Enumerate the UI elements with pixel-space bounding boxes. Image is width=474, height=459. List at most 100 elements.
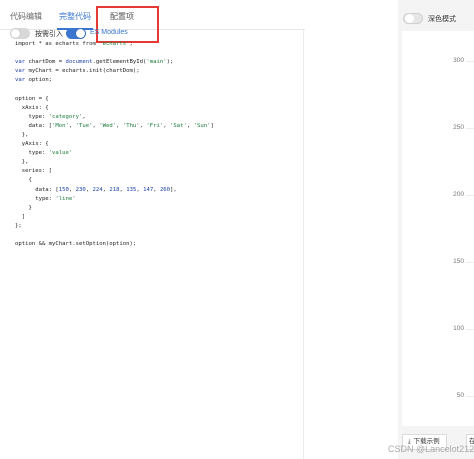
code-token: ],	[170, 186, 177, 193]
code-editor-panel: 代码编辑 完整代码 配置项 按需引入 ES Modules import * a…	[0, 0, 305, 459]
toggle-knob	[405, 14, 414, 23]
y-axis-tick-label: 300	[453, 57, 464, 64]
code-token: data: [	[15, 186, 59, 193]
tab-full-code[interactable]: 完整代码	[57, 8, 93, 30]
code-token: 'line'	[55, 195, 76, 202]
grid-line	[466, 329, 474, 330]
code-token: type:	[15, 150, 49, 157]
code-line: },	[15, 131, 300, 140]
y-axis-tick-label: 50	[456, 392, 464, 399]
code-token: 224	[92, 186, 103, 193]
code-token: var	[15, 77, 26, 84]
code-token: 'Mon'	[52, 122, 69, 129]
code-line: type: 'value'	[15, 149, 300, 158]
code-line: }	[15, 204, 300, 213]
code-token: ]	[15, 213, 26, 220]
tab-code-edit[interactable]: 代码编辑	[10, 8, 42, 30]
code-token: };	[15, 222, 22, 229]
code-line: yAxis: {	[15, 140, 300, 149]
code-token: option && myChart.setOption(option);	[15, 241, 137, 248]
code-token: 260	[159, 186, 171, 193]
code-line: option = {	[15, 95, 300, 104]
grid-line	[466, 396, 474, 397]
code-line: data: ['Mon', 'Tue', 'Wed', 'Thu', 'Fri'…	[15, 122, 300, 131]
code-token: type:	[15, 113, 49, 120]
on-demand-import-toggle[interactable]	[10, 28, 30, 39]
code-token: 'Sat'	[170, 122, 187, 129]
code-token: document	[65, 59, 93, 66]
code-token: 'main'	[146, 59, 167, 66]
code-token: xAxis: {	[15, 104, 49, 111]
code-token: 230	[75, 186, 86, 193]
code-line: import * as echarts from 'echarts';	[15, 40, 300, 49]
code-token: type:	[15, 195, 56, 202]
code-token: 150	[58, 186, 69, 193]
code-token: 'value'	[48, 150, 73, 157]
grid-line	[466, 195, 474, 196]
code-token: option = {	[15, 95, 49, 102]
watermark: CSDN @Lancelot212	[388, 444, 474, 454]
code-line: {	[15, 176, 300, 185]
code-line: },	[15, 158, 300, 167]
es-modules-toggle[interactable]	[66, 28, 86, 39]
code-token: myChart = echarts.init(chartDom);	[25, 68, 140, 75]
code-token: 218	[109, 186, 120, 193]
grid-line	[466, 262, 474, 263]
toggle-knob	[76, 29, 85, 38]
code-token: 135	[126, 186, 137, 193]
dark-mode-label: 深色模式	[428, 16, 456, 23]
code-token: var	[15, 59, 26, 66]
code-token: ,	[68, 122, 76, 129]
code-line: option && myChart.setOption(option);	[15, 240, 300, 249]
code-line: xAxis: {	[15, 104, 300, 113]
code-line: type: 'line'	[15, 195, 300, 204]
y-axis-tick-label: 200	[453, 191, 464, 198]
code-line: var chartDom = document.getElementById('…	[15, 58, 300, 67]
panel-splitter[interactable]	[303, 30, 304, 459]
code-token: ,	[153, 186, 160, 193]
code-token: import * as echarts from	[15, 41, 100, 47]
code-token: option;	[25, 77, 53, 84]
code-token: 'Thu'	[122, 122, 140, 129]
code-token: ,	[163, 122, 171, 129]
code-token: );	[166, 59, 174, 66]
code-area[interactable]: import * as echarts from 'echarts'; var c…	[15, 40, 300, 249]
code-token: },	[15, 131, 29, 138]
code-token: series: [	[15, 168, 53, 175]
grid-line	[466, 61, 474, 62]
annotation-highlight-box	[96, 6, 159, 43]
code-token: }	[15, 204, 32, 211]
on-demand-import-label: 按需引入	[35, 31, 63, 38]
code-token: {	[15, 177, 32, 184]
y-axis-tick-label: 250	[453, 124, 464, 131]
code-token: 'Fri'	[146, 122, 164, 129]
code-line: data: [150, 230, 224, 218, 135, 147, 260…	[15, 186, 300, 195]
code-token: .getElementById(	[92, 59, 147, 66]
code-token: 'Wed'	[99, 122, 117, 129]
dark-mode-toggle[interactable]	[403, 13, 423, 24]
y-axis-tick-label: 150	[453, 258, 464, 265]
code-token: data: [	[15, 122, 53, 129]
code-token: ;	[129, 41, 133, 47]
code-token: 'category'	[48, 113, 83, 120]
code-token: },	[15, 159, 29, 166]
code-line: ]	[15, 213, 300, 222]
code-token: 'echarts'	[99, 41, 130, 47]
code-token: 'Tue'	[75, 122, 93, 129]
code-token: yAxis: {	[15, 141, 49, 148]
code-token: ,	[116, 122, 123, 129]
code-line: type: 'category',	[15, 113, 300, 122]
code-token: 147	[143, 186, 154, 193]
code-token: var	[15, 68, 26, 75]
code-token: ,	[68, 186, 76, 193]
code-line: };	[15, 222, 300, 231]
code-token: ]	[210, 122, 214, 129]
grid-line	[466, 128, 474, 129]
code-token: ,	[186, 122, 194, 129]
code-token: chartDom =	[25, 59, 66, 66]
toggle-knob	[11, 29, 20, 38]
code-line: var option;	[15, 76, 300, 85]
